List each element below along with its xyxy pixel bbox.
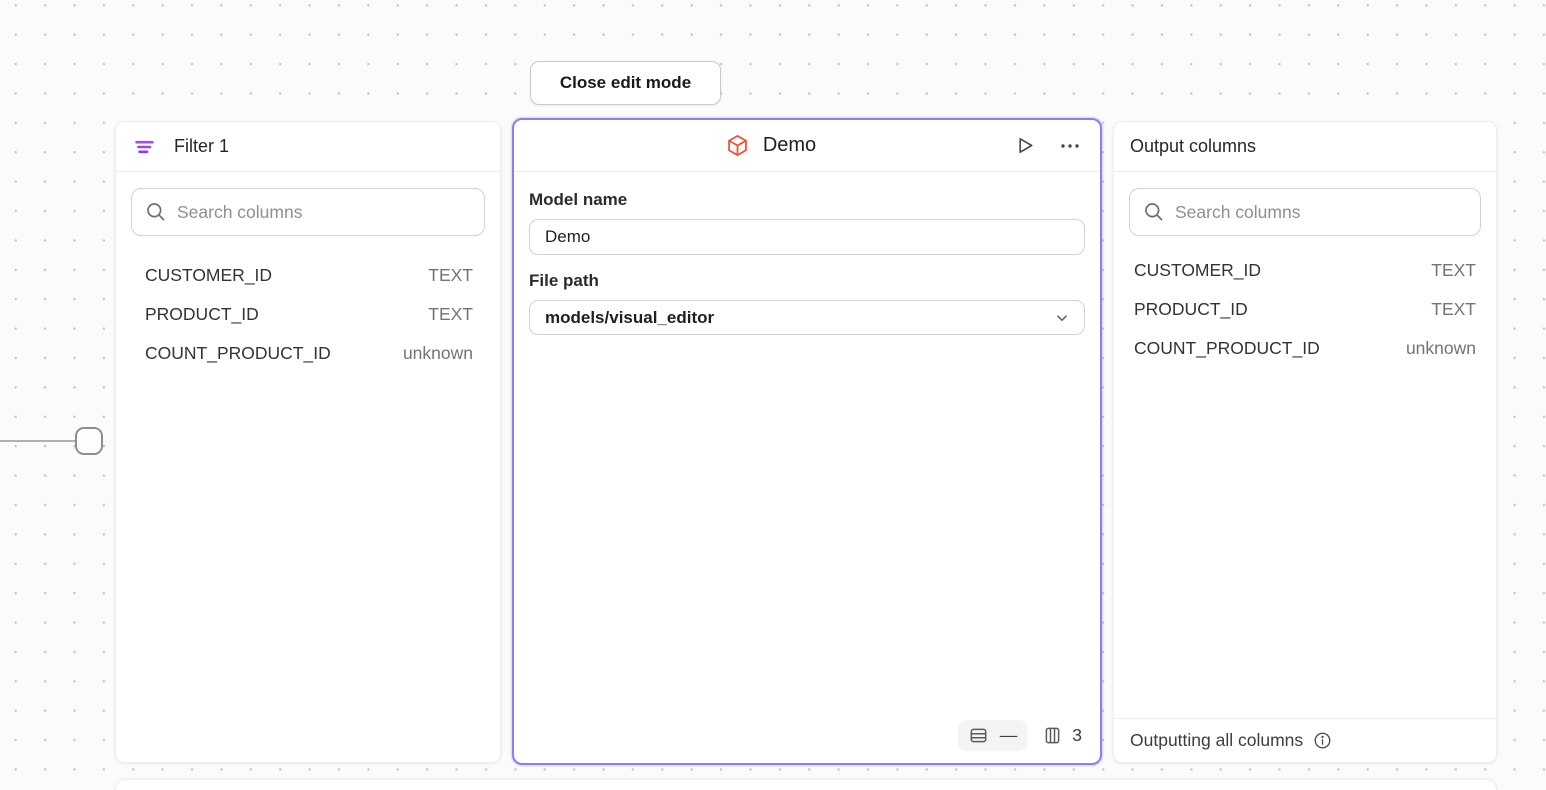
ellipsis-icon <box>1058 134 1082 158</box>
output-search-input[interactable] <box>1175 202 1467 223</box>
output-search[interactable] <box>1129 188 1481 236</box>
column-row[interactable]: PRODUCT_ID TEXT <box>116 295 500 334</box>
output-column-list: CUSTOMER_ID TEXT PRODUCT_ID TEXT COUNT_P… <box>1114 251 1496 368</box>
filter-node-header[interactable]: Filter 1 <box>116 122 500 172</box>
column-name: CUSTOMER_ID <box>1134 260 1261 281</box>
output-footer-text: Outputting all columns <box>1130 730 1303 751</box>
model-node-body: Model name File path models/visual_edito… <box>514 172 1100 763</box>
model-name-input[interactable] <box>529 219 1085 255</box>
run-button[interactable] <box>1011 132 1038 159</box>
column-type: TEXT <box>1431 299 1476 320</box>
filter-lines-icon <box>132 135 157 159</box>
chevron-down-icon <box>1053 309 1071 327</box>
column-row[interactable]: COUNT_PRODUCT_ID unknown <box>116 334 500 373</box>
row-count-stat[interactable]: — <box>958 720 1028 751</box>
column-name: CUSTOMER_ID <box>145 265 272 286</box>
column-count-stat[interactable]: 3 <box>1042 725 1082 746</box>
filter-node-title: Filter 1 <box>174 136 229 157</box>
column-name: COUNT_PRODUCT_ID <box>145 343 331 364</box>
column-type: TEXT <box>1431 260 1476 281</box>
column-row[interactable]: COUNT_PRODUCT_ID unknown <box>1114 329 1496 368</box>
play-icon <box>1013 134 1036 157</box>
bottom-panel-edge[interactable] <box>115 779 1497 790</box>
column-name: PRODUCT_ID <box>1134 299 1248 320</box>
more-options-button[interactable] <box>1056 132 1084 160</box>
column-name: PRODUCT_ID <box>145 304 259 325</box>
search-icon <box>1143 201 1165 223</box>
model-node-stats: — 3 <box>958 720 1082 751</box>
output-footer: Outputting all columns <box>1114 718 1496 762</box>
filter-node[interactable]: Filter 1 CUSTOMER_ID TEXT PRODUCT_ID TEX… <box>115 121 501 763</box>
output-columns-title: Output columns <box>1130 136 1256 157</box>
column-type: unknown <box>1406 338 1476 359</box>
output-columns-panel: Output columns CUSTOMER_ID TEXT PRODUCT_… <box>1113 121 1497 763</box>
column-row[interactable]: CUSTOMER_ID TEXT <box>1114 251 1496 290</box>
column-type: TEXT <box>428 304 473 325</box>
column-row[interactable]: PRODUCT_ID TEXT <box>1114 290 1496 329</box>
column-type: unknown <box>403 343 473 364</box>
filter-search[interactable] <box>131 188 485 236</box>
model-node-title-group: Demo <box>530 133 1011 158</box>
table-rows-icon <box>968 725 989 746</box>
row-count-value: — <box>1000 725 1018 746</box>
table-columns-icon <box>1042 725 1063 746</box>
file-path-select[interactable]: models/visual_editor <box>529 300 1085 335</box>
filter-search-input[interactable] <box>177 202 471 223</box>
file-path-label: File path <box>529 271 1085 291</box>
filter-column-list: CUSTOMER_ID TEXT PRODUCT_ID TEXT COUNT_P… <box>116 256 500 373</box>
close-edit-mode-button[interactable]: Close edit mode <box>530 61 721 105</box>
column-name: COUNT_PRODUCT_ID <box>1134 338 1320 359</box>
column-count-value: 3 <box>1072 725 1082 746</box>
model-node-header[interactable]: Demo <box>514 120 1100 172</box>
cube-icon <box>725 133 750 158</box>
model-node-title: Demo <box>763 134 816 157</box>
column-row[interactable]: CUSTOMER_ID TEXT <box>116 256 500 295</box>
connection-edge <box>0 440 78 442</box>
column-type: TEXT <box>428 265 473 286</box>
connection-handle[interactable] <box>75 427 103 455</box>
model-node[interactable]: Demo Model name File path <box>512 118 1102 765</box>
model-name-label: Model name <box>529 190 1085 210</box>
file-path-value: models/visual_editor <box>545 308 714 328</box>
output-columns-header: Output columns <box>1114 122 1496 172</box>
model-node-actions <box>1011 132 1084 160</box>
info-icon[interactable] <box>1312 730 1333 751</box>
search-icon <box>145 201 167 223</box>
